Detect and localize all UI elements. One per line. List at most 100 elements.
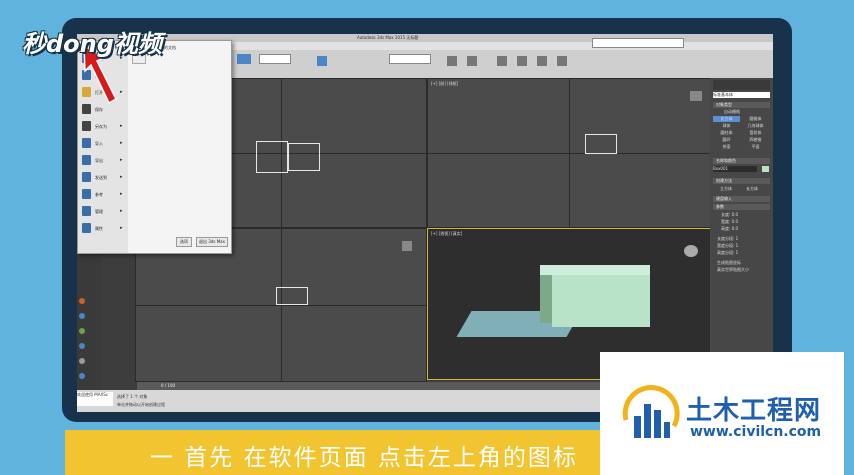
viewcube-icon[interactable] [690,91,702,101]
tool-icon[interactable] [79,313,85,319]
menu-item-label: 导出 [95,158,103,163]
export-icon [82,155,91,165]
viewcube-icon[interactable] [684,245,698,257]
menu-item-label: 属性 [95,226,103,231]
chevron-right-icon: ▸ [120,123,123,129]
box-3d[interactable] [552,273,650,327]
torus-button[interactable]: 圆环 [713,137,740,143]
exit-button[interactable]: 退出 3ds Max [196,237,228,247]
named-selection-dropdown[interactable] [389,54,431,64]
menu-item-send-to[interactable]: 发送到 ▸ [80,170,126,185]
civilcn-title: 土木工程网 [686,396,822,426]
box-top-face [540,265,650,275]
object-name-field[interactable]: Box001 [713,166,757,172]
rollout-keyboard-entry[interactable]: 键盘输入 [713,196,770,202]
menu-item-import[interactable]: 导入 ▸ [80,136,126,151]
param-value[interactable]: 0.0 [732,212,738,217]
menu-item-export[interactable]: 导出 ▸ [80,153,126,168]
geosphere-button[interactable]: 几何球体 [742,123,769,129]
tube-button[interactable]: 管状体 [742,130,769,136]
box-wireframe[interactable] [585,134,617,154]
frame-counter: 0 / 100 [161,383,176,388]
param-label: 高度分段: [717,250,735,255]
param-length[interactable]: 长度: 0.0 [721,212,738,218]
select-tool-icon[interactable] [237,54,251,64]
cone-button[interactable]: 圆锥体 [742,116,769,122]
menu-item-label: 发送到 [95,175,107,180]
object-color-swatch[interactable] [762,166,769,172]
import-icon [82,138,91,148]
chevron-right-icon: ▸ [120,140,123,146]
param-value[interactable]: 1 [736,243,739,248]
box-radio[interactable]: 长方体 [746,186,758,192]
curve-editor-icon[interactable] [517,56,527,66]
sphere-button[interactable]: 球体 [713,123,740,129]
cube-radio[interactable]: 立方体 [720,186,732,192]
param-height-segs[interactable]: 高度分段: 1 [717,250,738,256]
autogrid-checkbox[interactable]: 自动栅格 [724,109,740,115]
move-tool-icon[interactable] [317,56,327,66]
tool-icon[interactable] [79,328,85,334]
civilcn-url: www.civilcn.com [690,424,822,440]
rollout-name-color[interactable]: 名称和颜色 [713,158,770,164]
param-value[interactable]: 0.0 [732,226,738,231]
render-setup-icon[interactable] [557,56,567,66]
panel-tabs[interactable] [713,80,770,90]
tool-icon[interactable] [79,298,85,304]
chevron-right-icon: ▸ [120,208,123,214]
search-field[interactable] [592,38,684,48]
material-editor-icon[interactable] [537,56,547,66]
chevron-right-icon: ▸ [120,174,123,180]
chevron-right-icon: ▸ [120,89,123,95]
gen-mapping-checkbox[interactable]: 生成贴图坐标 [717,260,741,266]
rollout-creation-method[interactable]: 创建方法 [713,178,770,184]
menu-item-properties[interactable]: 属性 ▸ [80,221,126,236]
maxscript-listener[interactable]: 欢迎使用 MAXSc [77,392,113,406]
menu-item-label: 导入 [95,141,103,146]
viewport-front[interactable]: [+] [前] [线框] [427,78,711,228]
reference-icon [82,189,91,199]
menu-item-save-as[interactable]: 另存为 ▸ [80,119,126,134]
param-value[interactable]: 1 [736,236,739,241]
align-icon[interactable] [467,56,477,66]
pyramid-button[interactable]: 四棱锥 [742,137,769,143]
menu-item-label: 另存为 [95,124,107,129]
selection-filter-dropdown[interactable] [259,54,291,64]
viewcube-icon[interactable] [402,241,412,251]
civilcn-logo: 土木工程网 www.civilcn.com [600,352,844,475]
box-wireframe[interactable] [276,287,308,305]
param-height[interactable]: 高度: 0.0 [721,226,738,232]
rollout-object-type[interactable]: 对象类型 [713,102,770,108]
tool-icon[interactable] [79,343,85,349]
tool-icon[interactable] [79,373,85,379]
teapot-button[interactable]: 茶壶 [713,144,740,150]
miaodong-logo: 秒dong视频 [22,30,162,58]
box-side-face [540,273,552,323]
tool-icon[interactable] [79,358,85,364]
plane-button[interactable]: 平面 [742,144,769,150]
category-dropdown[interactable]: 标准基本体 [713,92,770,98]
real-world-checkbox[interactable]: 真实世界贴图大小 [717,267,749,273]
cylinder-button[interactable]: 圆柱体 [713,130,740,136]
box-button[interactable]: 长方体 [713,116,740,122]
param-value[interactable]: 0.0 [732,219,738,224]
menu-item-label: 管理 [95,209,103,214]
mirror-icon[interactable] [447,56,457,66]
param-label: 高度: [721,226,731,231]
box-wireframe[interactable] [256,141,288,173]
options-button[interactable]: 选项 [176,237,192,247]
viewport-label: [+] [透视] [真实] [431,231,463,236]
param-value[interactable]: 1 [736,250,739,255]
param-width[interactable]: 宽度: 0.0 [721,219,738,225]
param-length-segs[interactable]: 长度分段: 1 [717,236,738,242]
box-wireframe[interactable] [288,143,320,171]
rollout-parameters[interactable]: 参数 [713,204,770,210]
grid-axis [281,229,282,381]
window-title: Autodesk 3ds Max 2015 无标题 [357,35,419,40]
prompt-hint: 单击并拖动以开始创建过程 [117,402,165,407]
menu-item-reference[interactable]: 参考 ▸ [80,187,126,202]
menu-item-manage[interactable]: 管理 ▸ [80,204,126,219]
chevron-right-icon: ▸ [120,157,123,163]
layer-icon[interactable] [497,56,507,66]
param-width-segs[interactable]: 宽度分段: 1 [717,243,738,249]
